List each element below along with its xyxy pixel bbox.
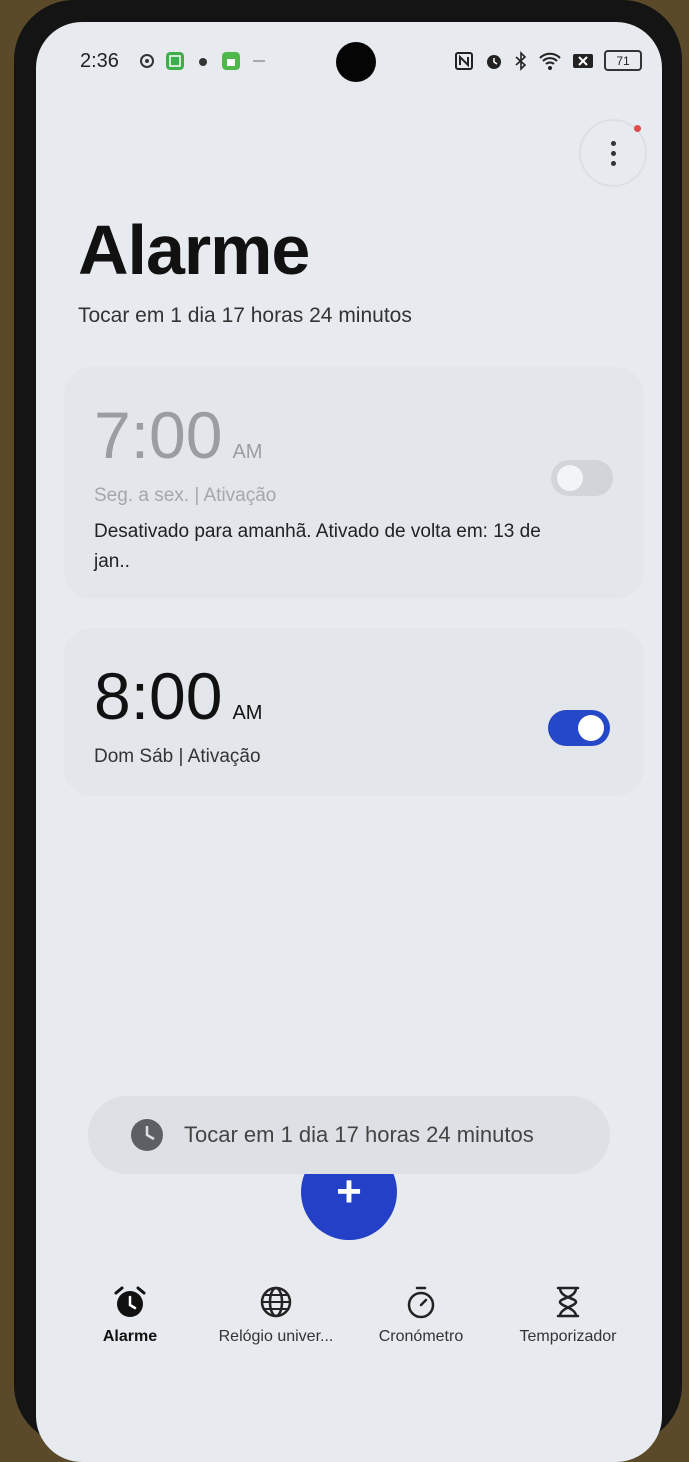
alarm-icon bbox=[487, 54, 501, 69]
toggle-knob bbox=[578, 715, 604, 741]
alarm-toggle-2[interactable] bbox=[548, 710, 610, 746]
status-right-icons: 71 bbox=[454, 50, 642, 71]
bottom-navigation: Alarme Relógio univer... Cronómetro Temp… bbox=[36, 1284, 662, 1384]
nav-label: Temporizador bbox=[519, 1328, 617, 1345]
small-app-icon bbox=[199, 58, 207, 66]
stopwatch-icon bbox=[407, 1286, 435, 1319]
alarm-time: 7:00 AM bbox=[94, 398, 263, 472]
clock-icon bbox=[131, 1119, 163, 1151]
nav-label: Alarme bbox=[102, 1328, 158, 1345]
battery-level: 71 bbox=[616, 53, 630, 68]
alarm-days: Seg. a sex. | Ativação bbox=[94, 485, 277, 506]
nfc-icon bbox=[455, 51, 473, 70]
alarm-ampm: AM bbox=[232, 702, 263, 724]
notification-dot bbox=[634, 125, 641, 132]
dash-icon bbox=[253, 60, 265, 62]
page-title: Alarme bbox=[78, 211, 310, 289]
alarm-toggle-1[interactable] bbox=[551, 460, 613, 496]
snackbar: Tocar em 1 dia 17 horas 24 minutos bbox=[88, 1096, 610, 1174]
status-bar: 2:36 71 bbox=[36, 22, 662, 102]
wifi-icon bbox=[539, 52, 561, 70]
toggle-knob bbox=[557, 465, 583, 491]
front-camera bbox=[336, 42, 376, 82]
nav-tab-alarme[interactable]: Alarme bbox=[55, 1284, 205, 1346]
alarm-days: Dom Sáb | Ativação bbox=[94, 746, 261, 767]
status-time: 2:36 bbox=[80, 50, 119, 72]
plus-icon: + bbox=[336, 1167, 362, 1216]
alarm-card-1[interactable]: 7:00 AM Seg. a sex. | Ativação Desativado… bbox=[64, 367, 644, 599]
green-square-icon bbox=[222, 52, 240, 70]
screen: 2:36 71 Alarme Tocar em 1 dia 17 horas 2… bbox=[36, 22, 662, 1462]
next-alarm-subtitle: Tocar em 1 dia 17 horas 24 minutos bbox=[78, 304, 412, 327]
nav-tab-relogio-universal[interactable]: Relógio univer... bbox=[201, 1284, 351, 1346]
bluetooth-icon bbox=[515, 50, 527, 71]
globe-icon bbox=[260, 1286, 292, 1318]
x-box-icon bbox=[573, 53, 593, 68]
status-left-icons bbox=[138, 52, 268, 70]
nav-label: Relógio univer... bbox=[218, 1328, 334, 1345]
alarm-ampm: AM bbox=[232, 441, 263, 463]
alarm-clock-icon bbox=[114, 1286, 146, 1317]
more-options-button[interactable] bbox=[579, 119, 647, 187]
settings-gear-icon bbox=[140, 54, 154, 68]
nav-tab-temporizador[interactable]: Temporizador bbox=[493, 1284, 643, 1346]
nav-label: Cronómetro bbox=[378, 1328, 464, 1345]
hourglass-icon bbox=[556, 1286, 580, 1318]
alarm-time: 8:00 AM bbox=[94, 659, 263, 733]
snackbar-text: Tocar em 1 dia 17 horas 24 minutos bbox=[184, 1122, 534, 1147]
nav-tab-cronometro[interactable]: Cronómetro bbox=[346, 1284, 496, 1346]
alarm-card-2[interactable]: 8:00 AM Dom Sáb | Ativação bbox=[64, 628, 644, 796]
more-vert-icon bbox=[610, 140, 616, 166]
green-app-icon bbox=[166, 52, 184, 70]
alarm-note: Desativado para amanhã. Ativado de volta… bbox=[94, 521, 541, 572]
battery-icon: 71 bbox=[604, 50, 642, 71]
